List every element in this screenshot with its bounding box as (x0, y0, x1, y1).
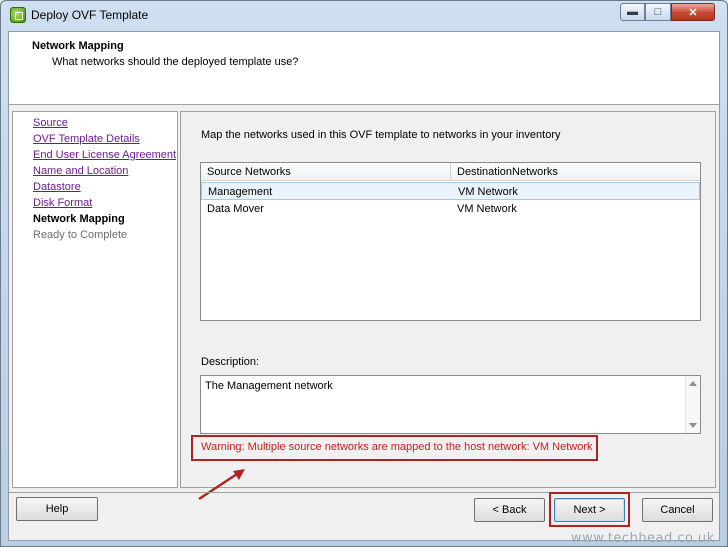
window-title: Deploy OVF Template (31, 8, 149, 22)
instruction-text: Map the networks used in this OVF templa… (201, 129, 561, 141)
table-row[interactable]: Management VM Network (201, 182, 700, 200)
source-network-cell: Data Mover (207, 203, 264, 215)
description-label: Description: (201, 356, 260, 368)
wizard-header: Network Mapping What networks should the… (9, 32, 719, 105)
wizard-steps-panel: Source OVF Template Details End User Lic… (12, 111, 178, 488)
network-mapping-panel: Map the networks used in this OVF templa… (180, 111, 716, 501)
maximize-icon: □ (654, 6, 662, 18)
description-scrollbar[interactable] (685, 376, 700, 433)
annotation-arrow-icon (198, 469, 245, 501)
step-datastore[interactable]: Datastore (33, 181, 81, 193)
step-ovf-template-details[interactable]: OVF Template Details (33, 133, 140, 145)
source-network-cell: Management (208, 186, 273, 198)
back-button[interactable]: < Back (474, 498, 545, 522)
description-box[interactable]: The Management network (200, 375, 701, 434)
destination-network-cell[interactable]: VM Network (457, 200, 517, 218)
network-mapping-table: Source Networks DestinationNetworks Mana… (200, 162, 701, 321)
help-button[interactable]: Help (16, 497, 98, 521)
page-title: Network Mapping (32, 40, 124, 52)
minimize-button[interactable]: ▬ (620, 3, 645, 21)
maximize-button[interactable]: □ (645, 3, 671, 21)
wizard-body: Network Mapping What networks should the… (8, 31, 720, 541)
close-button[interactable]: ✕ (671, 3, 715, 21)
warning-message: Warning: Multiple source networks are ma… (191, 435, 598, 461)
destination-network-cell[interactable]: VM Network (458, 183, 518, 201)
deploy-ovf-window: Deploy OVF Template ▬ □ ✕ Network Mappin… (0, 0, 728, 547)
step-end-user-license-agreement[interactable]: End User License Agreement (33, 149, 176, 161)
scroll-down-icon[interactable] (689, 423, 697, 428)
page-subtitle: What networks should the deployed templa… (52, 56, 299, 68)
next-button[interactable]: Next > (554, 498, 625, 522)
minimize-icon: ▬ (627, 6, 638, 18)
watermark: www.techhead.co.uk (571, 531, 715, 546)
description-text: The Management network (205, 380, 333, 392)
column-header-source-networks[interactable]: Source Networks (201, 163, 451, 181)
title-bar: Deploy OVF Template ▬ □ ✕ (1, 1, 727, 29)
scroll-up-icon[interactable] (689, 381, 697, 386)
step-network-mapping: Network Mapping (33, 213, 125, 225)
step-disk-format[interactable]: Disk Format (33, 197, 92, 209)
column-header-destination-networks[interactable]: DestinationNetworks (451, 163, 700, 181)
step-source[interactable]: Source (33, 117, 68, 129)
cancel-button[interactable]: Cancel (642, 498, 713, 522)
table-row[interactable]: Data Mover VM Network (201, 200, 700, 218)
step-ready-to-complete: Ready to Complete (33, 229, 128, 241)
vsphere-app-icon (10, 7, 26, 23)
step-name-and-location[interactable]: Name and Location (33, 165, 128, 177)
close-icon: ✕ (688, 6, 698, 19)
